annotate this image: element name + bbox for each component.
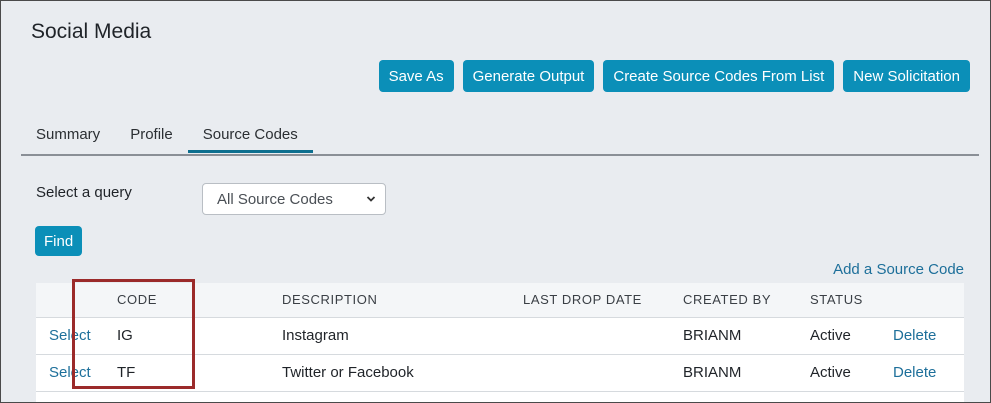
table-row: Select TF Twitter or Facebook BRIANM Act…	[36, 354, 964, 391]
code-cell: TF	[117, 364, 136, 381]
description-cell: Instagram	[282, 327, 349, 344]
header-created-by: CREATED BY	[683, 283, 810, 318]
table-row	[36, 391, 964, 402]
query-label: Select a query	[36, 184, 132, 201]
create-source-codes-from-list-button[interactable]: Create Source Codes From List	[603, 60, 835, 92]
table-header-row: CODE DESCRIPTION LAST DROP DATE CREATED …	[36, 283, 964, 318]
header-code: CODE	[117, 283, 282, 318]
save-as-button[interactable]: Save As	[378, 60, 454, 92]
add-source-code-link[interactable]: Add a Source Code	[833, 261, 964, 278]
created-by-cell: BRIANM	[683, 327, 742, 344]
tab-bar: Summary Profile Source Codes	[21, 120, 979, 156]
page-frame: Social Media Save As Generate Output Cre…	[0, 0, 991, 403]
generate-output-button[interactable]: Generate Output	[462, 60, 595, 92]
select-link[interactable]: Select	[49, 327, 91, 344]
description-cell: Twitter or Facebook	[282, 364, 414, 381]
tab-profile[interactable]: Profile	[115, 120, 188, 151]
select-link[interactable]: Select	[49, 364, 91, 381]
table-row-partial	[36, 391, 964, 402]
delete-link[interactable]: Delete	[893, 327, 936, 344]
action-toolbar: Save As Generate Output Create Source Co…	[378, 60, 970, 92]
table-row: Select IG Instagram BRIANM Active Delete	[36, 317, 964, 354]
page-title: Social Media	[31, 20, 152, 43]
status-cell: Active	[810, 364, 851, 381]
header-select	[36, 283, 117, 318]
created-by-cell: BRIANM	[683, 364, 742, 381]
delete-link[interactable]: Delete	[893, 364, 936, 381]
query-select[interactable]: All Source Codes	[202, 183, 386, 215]
tab-summary[interactable]: Summary	[21, 120, 115, 151]
source-codes-table: CODE DESCRIPTION LAST DROP DATE CREATED …	[36, 283, 964, 402]
header-last-drop-date: LAST DROP DATE	[523, 283, 683, 318]
query-select-value: All Source Codes	[217, 190, 333, 208]
header-status: STATUS	[810, 283, 893, 318]
last-drop-date-cell	[523, 317, 683, 354]
code-cell: IG	[117, 327, 133, 344]
header-description: DESCRIPTION	[282, 283, 523, 318]
find-button[interactable]: Find	[35, 226, 83, 256]
new-solicitation-button[interactable]: New Solicitation	[843, 60, 970, 92]
chevron-down-icon	[366, 196, 376, 202]
header-actions	[893, 283, 964, 318]
last-drop-date-cell	[523, 354, 683, 391]
tab-source-codes[interactable]: Source Codes	[187, 120, 313, 153]
status-cell: Active	[810, 327, 851, 344]
